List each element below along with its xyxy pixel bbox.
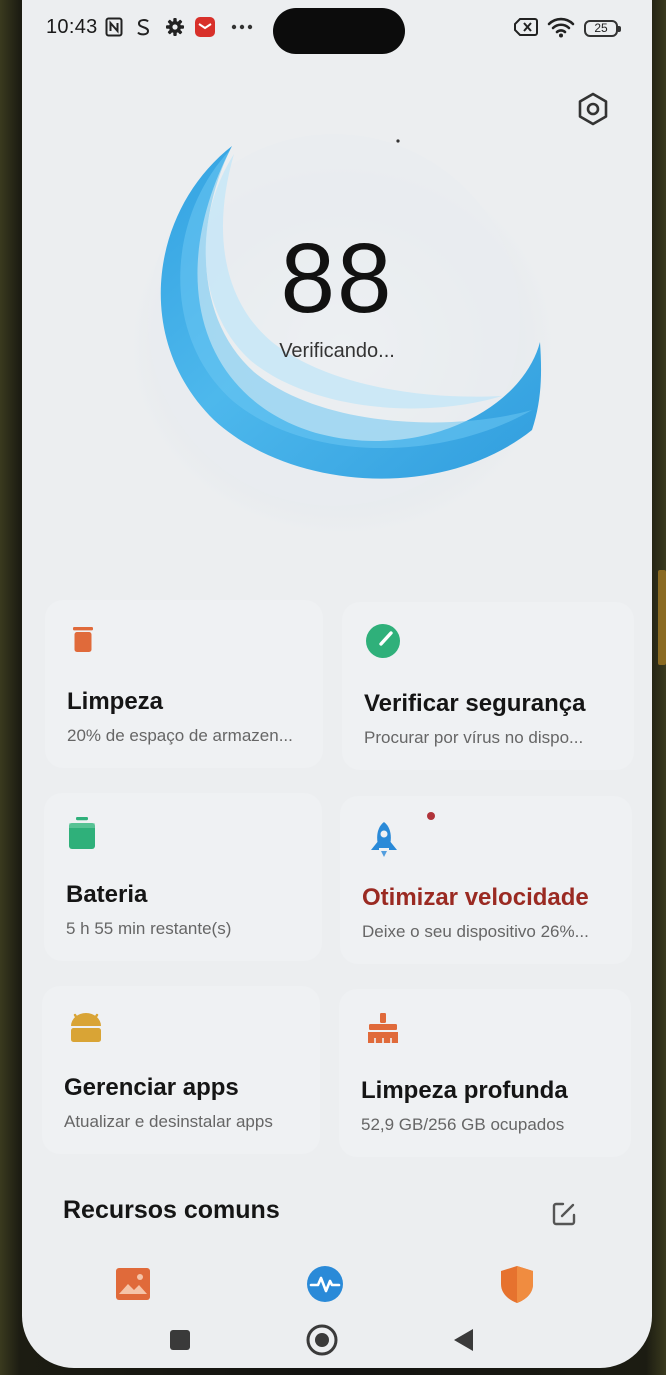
card-title: Gerenciar apps: [64, 1074, 239, 1101]
home-button[interactable]: [304, 1322, 340, 1358]
battery-icon: [69, 817, 95, 849]
more-dots-icon: [230, 16, 254, 38]
tab-security-shield[interactable]: [495, 1262, 539, 1306]
side-key: [658, 570, 666, 665]
rocket-icon: [371, 822, 397, 857]
sim-x-icon: [514, 16, 538, 38]
battery-icon: 25: [584, 20, 621, 37]
card-subtitle: Deixe o seu dispositivo 26%...: [362, 922, 589, 941]
camera-notch: [273, 8, 405, 54]
card-limpeza[interactable]: Limpeza 20% de espaço de armazen...: [45, 600, 323, 768]
card-subtitle: 52,9 GB/256 GB ocupados: [361, 1115, 565, 1134]
settings-gear-icon: [164, 16, 186, 38]
card-subtitle: Atualizar e desinstalar apps: [64, 1112, 273, 1131]
mail-app-icon: [193, 16, 217, 38]
card-title: Verificar segurança: [364, 690, 586, 717]
card-gerenciar-apps[interactable]: Gerenciar apps Atualizar e desinstalar a…: [42, 986, 320, 1154]
card-title: Bateria: [66, 881, 148, 908]
shield-icon: [501, 1266, 533, 1303]
gallery-icon: [116, 1268, 150, 1300]
card-verificar-seguranca[interactable]: Verificar segurança Procurar por vírus n…: [342, 602, 634, 770]
tab-gallery[interactable]: [111, 1262, 155, 1306]
card-bateria[interactable]: Bateria 5 h 55 min restante(s): [44, 793, 322, 961]
home-circle-icon: [306, 1324, 338, 1356]
security-check-icon: [366, 624, 400, 658]
card-title: Limpeza: [67, 688, 164, 715]
pulse-monitor-icon: [307, 1266, 343, 1302]
android-apps-icon: [71, 1013, 101, 1042]
wifi-icon: [546, 16, 576, 38]
card-subtitle: Procurar por vírus no dispo...: [364, 728, 584, 747]
broom-brush-icon: [368, 1013, 398, 1043]
data-saver-icon: [134, 16, 152, 38]
notification-dot: [427, 812, 435, 820]
card-otimizar-velocidade[interactable]: Otimizar velocidade Deixe o seu disposit…: [340, 796, 632, 964]
edit-button[interactable]: [550, 1200, 580, 1230]
edit-icon: [552, 1202, 576, 1226]
tab-pulse-monitor[interactable]: [303, 1262, 347, 1306]
score-status: Verificando...: [279, 340, 395, 362]
section-title: Recursos comuns: [63, 1196, 280, 1224]
hexagon-settings-icon: [578, 92, 608, 126]
card-limpeza-profunda[interactable]: Limpeza profunda 52,9 GB/256 GB ocupados: [339, 989, 631, 1157]
nfc-icon: [104, 16, 124, 38]
card-title: Limpeza profunda: [361, 1077, 568, 1104]
card-title: Otimizar velocidade: [362, 884, 589, 911]
trash-bin-icon: [73, 627, 93, 652]
back-triangle-icon: [454, 1329, 473, 1351]
score-value: 88: [280, 223, 394, 333]
recents-button[interactable]: [162, 1322, 198, 1358]
recents-square-icon: [170, 1330, 190, 1350]
card-subtitle: 5 h 55 min restante(s): [66, 919, 232, 938]
screen: 10:43 25 88 Verificando... Limpeza 20% d…: [22, 0, 652, 1368]
status-bar: 10:43 25: [22, 0, 652, 56]
card-subtitle: 20% de espaço de armazen...: [67, 726, 293, 745]
status-time: 10:43: [46, 16, 98, 38]
back-button[interactable]: [446, 1322, 482, 1358]
settings-button[interactable]: [572, 88, 614, 130]
